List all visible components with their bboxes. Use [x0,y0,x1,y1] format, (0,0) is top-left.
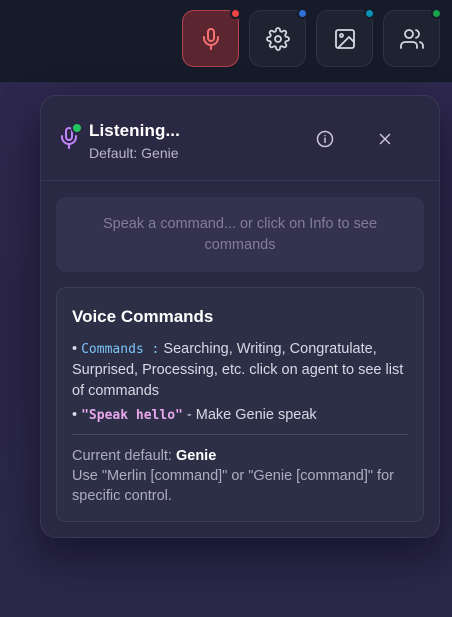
agents-button[interactable] [383,8,442,67]
notification-dot [230,8,241,19]
info-button[interactable] [313,127,337,151]
panel-header: Listening... Default: Genie [41,96,439,181]
commands-title: Voice Commands [72,307,214,326]
microphone-button[interactable] [182,8,241,67]
voice-panel: Listening... Default: Genie Speak a comm… [40,95,440,538]
notification-dot [364,8,375,19]
users-icon [399,28,424,49]
close-button[interactable] [373,127,397,151]
notification-dot [297,8,308,19]
image-button[interactable] [316,8,375,67]
microphone-icon [202,27,219,50]
commands-footer: Current default: Genie Use "Merlin [comm… [72,446,412,506]
command-item: • Commands : Searching, Writing, Congrat… [72,339,412,402]
voice-commands-card: Voice Commands • Commands : Searching, W… [56,287,424,522]
panel-subtitle: Default: Genie [89,145,179,161]
current-default-agent: Genie [175,448,217,464]
close-icon [379,133,391,145]
gear-icon [265,26,290,51]
panel-title: Listening... [89,121,180,140]
info-icon [316,130,334,148]
notification-dot [431,8,442,19]
listening-status-dot [71,122,83,134]
command-description: - Make Genie speak [186,407,317,423]
footer-prefix: Current default: [72,448,172,464]
transcript-box: Speak a command... or click on Info to s… [56,197,424,272]
divider [72,434,408,435]
command-code: "Speak hello" [81,408,183,423]
settings-button[interactable] [249,8,308,67]
footer-instructions: Use "Merlin [command]" or "Genie [comman… [72,468,394,504]
command-item: • "Speak hello" - Make Genie speak [72,405,412,426]
command-code: Commands : [81,342,160,357]
top-toolbar [0,0,452,82]
bullet: • [72,407,78,423]
bullet: • [72,341,78,357]
image-icon [334,28,355,49]
